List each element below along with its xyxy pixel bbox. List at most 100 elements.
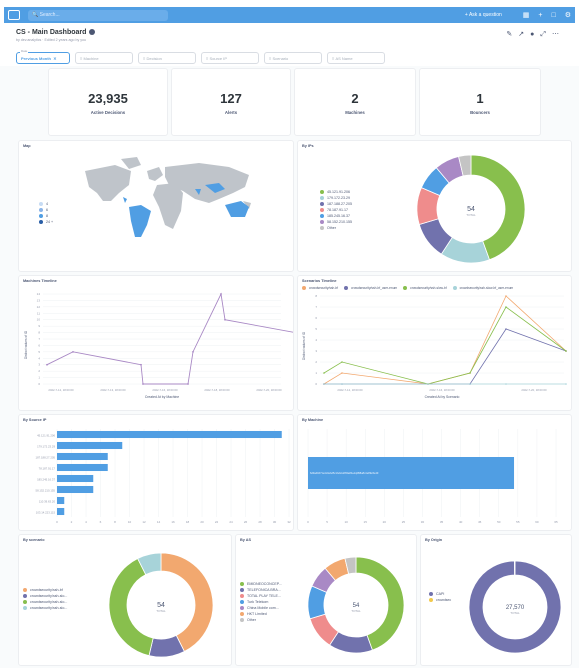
- card-machines[interactable]: 2 Machines: [294, 68, 416, 136]
- x-tick-label: 18: [186, 520, 190, 524]
- edit-icon[interactable]: ✎: [506, 31, 518, 38]
- data-point[interactable]: [142, 383, 144, 385]
- grid-icon[interactable]: ▦: [523, 12, 530, 19]
- data-point[interactable]: [469, 372, 471, 374]
- card-alerts[interactable]: 127 Alerts: [171, 68, 291, 136]
- data-point[interactable]: [72, 350, 74, 353]
- bar[interactable]: [57, 485, 94, 494]
- y-tick-label: 10: [37, 318, 41, 322]
- data-point[interactable]: [427, 383, 429, 385]
- filter-source-ip[interactable]: ≡ Source IP: [201, 52, 259, 64]
- data-point[interactable]: [565, 383, 567, 385]
- card-bouncers[interactable]: 1 Bouncers: [419, 68, 541, 136]
- card-scenarios-timeline[interactable]: Scenarios Timeline crowdsecurity/ssh-bf c…: [297, 275, 572, 411]
- y-tick-label: 4: [38, 356, 40, 360]
- info-icon[interactable]: [89, 29, 96, 36]
- y-tick-label: 4: [315, 338, 317, 342]
- card-by-machine[interactable]: By Machine 0 5 10 15 20 25 30 35 40 45 50 55 60 65 6d9…: [297, 414, 572, 531]
- data-point[interactable]: [505, 328, 507, 330]
- data-point[interactable]: [505, 295, 507, 297]
- filter-decision[interactable]: ≡ Decision: [138, 52, 196, 64]
- dashboard-grid: 23,935 Active Decisions 127 Alerts 2 Machin…: [0, 66, 579, 668]
- y-tick-label: 3: [38, 363, 40, 367]
- y-tick-label: 6: [38, 343, 40, 347]
- y-axis-label: Distinct values of ID: [24, 330, 28, 359]
- bar[interactable]: [57, 430, 282, 439]
- data-point[interactable]: [505, 383, 507, 385]
- world-map[interactable]: [19, 141, 294, 272]
- clock-icon[interactable]: ●: [530, 31, 540, 38]
- filter-date[interactable]: Previous Month ✕: [16, 49, 70, 64]
- bar[interactable]: [57, 474, 94, 483]
- legend-label: 8: [46, 214, 48, 218]
- series-line[interactable]: [324, 328, 567, 385]
- x-tick-label: 2022-7-16, 18:00:00: [429, 388, 455, 392]
- bar[interactable]: [57, 452, 108, 461]
- x-tick-label: 6: [100, 520, 102, 524]
- card-by-source-ip[interactable]: By Source IP 0 2 4 6 8 10 12 14 16 18 20 22 24 26 28 30…: [18, 414, 294, 531]
- card-map[interactable]: Map 4 6 8 24 +: [18, 140, 294, 272]
- donut-total-label: TOTAL: [351, 609, 361, 613]
- filter-as-name[interactable]: ≡ AS Name: [327, 52, 385, 64]
- map-region-brazil[interactable]: [129, 205, 151, 237]
- donut-slice[interactable]: [160, 552, 214, 653]
- card-active-decisions[interactable]: 23,935 Active Decisions: [48, 68, 168, 136]
- x-tick-label: 26: [244, 520, 248, 524]
- settings-icon[interactable]: ⚙: [565, 12, 571, 19]
- fullscreen-icon[interactable]: ⤢: [540, 31, 552, 38]
- map-region-central-america[interactable]: [123, 197, 127, 203]
- y-tick-label: 7: [38, 337, 40, 341]
- dashboard-title: CS - Main Dashboard: [16, 29, 87, 36]
- card-machines-timeline[interactable]: Machines Timeline 0 1 2 3 4 5 6 7 8 9 10 11 12 13 14 20…: [18, 275, 294, 411]
- new-plus-icon[interactable]: +: [538, 12, 542, 19]
- data-point[interactable]: [46, 363, 48, 366]
- x-tick-label: 35: [440, 520, 444, 524]
- filter-scenario[interactable]: ≡ Scenario: [264, 52, 322, 64]
- x-tick-label: 14: [157, 520, 161, 524]
- data-point[interactable]: [341, 372, 343, 374]
- y-tick-label: 14: [37, 292, 41, 296]
- bar[interactable]: [57, 441, 123, 450]
- data-point[interactable]: [192, 350, 194, 353]
- card-by-scenario[interactable]: By scenario crowdsecurity/ssh-bf crowdsec…: [18, 534, 232, 666]
- data-point[interactable]: [323, 372, 325, 374]
- card-by-ips[interactable]: By IPs 45.121.91.206 179.172.23.29 187.188…: [297, 140, 572, 272]
- by-origin-donut: 27,570TOTAL: [468, 560, 562, 654]
- card-by-as[interactable]: By AS EMIDNEOCONCEP... TELEFONICA BRA... T…: [235, 534, 417, 666]
- data-point[interactable]: [565, 350, 567, 352]
- more-icon[interactable]: ⋯: [552, 31, 565, 38]
- bar[interactable]: [57, 496, 65, 505]
- donut-total-label: TOTAL: [510, 611, 520, 615]
- share-icon[interactable]: ↗: [518, 31, 530, 38]
- legend-swatch: [39, 220, 43, 225]
- bar[interactable]: [57, 463, 108, 472]
- x-tick-label: 65: [554, 520, 558, 524]
- metabase-logo-icon[interactable]: [8, 10, 20, 20]
- data-point[interactable]: [140, 363, 142, 366]
- donut-total-value: 54: [157, 602, 165, 609]
- browse-icon[interactable]: □: [551, 12, 555, 19]
- y-tick-label: 78.187.91.17: [39, 466, 56, 470]
- data-point[interactable]: [505, 306, 507, 308]
- search-input[interactable]: 🔍 Search...: [28, 9, 168, 21]
- data-point[interactable]: [323, 383, 325, 385]
- data-point[interactable]: [469, 383, 471, 385]
- bar[interactable]: [57, 507, 65, 516]
- x-axis-label: Created At by Scenario: [425, 395, 460, 399]
- donut-slice[interactable]: [514, 560, 516, 576]
- series-line[interactable]: [323, 306, 567, 385]
- data-point[interactable]: [341, 361, 343, 363]
- filter-label: Source IP: [209, 55, 228, 61]
- filter-machine[interactable]: ≡ Machine: [75, 52, 133, 64]
- x-tick-label: 4: [85, 520, 87, 524]
- data-point[interactable]: [220, 293, 222, 295]
- machines-timeline-chart: 012345678910111213142022-7-12, 18:00:00 2…: [24, 292, 293, 399]
- data-point[interactable]: [341, 383, 343, 385]
- card-by-origin[interactable]: By Origin CAPI crowdsec 27,570 TOTAL: [420, 534, 572, 666]
- x-tick-label: 22: [215, 520, 219, 524]
- data-point[interactable]: [224, 318, 226, 321]
- y-tick-label: 9: [38, 324, 40, 328]
- data-point[interactable]: [187, 383, 189, 385]
- legend-label: 6: [46, 208, 48, 212]
- ask-question-button[interactable]: + Ask a question: [465, 12, 502, 18]
